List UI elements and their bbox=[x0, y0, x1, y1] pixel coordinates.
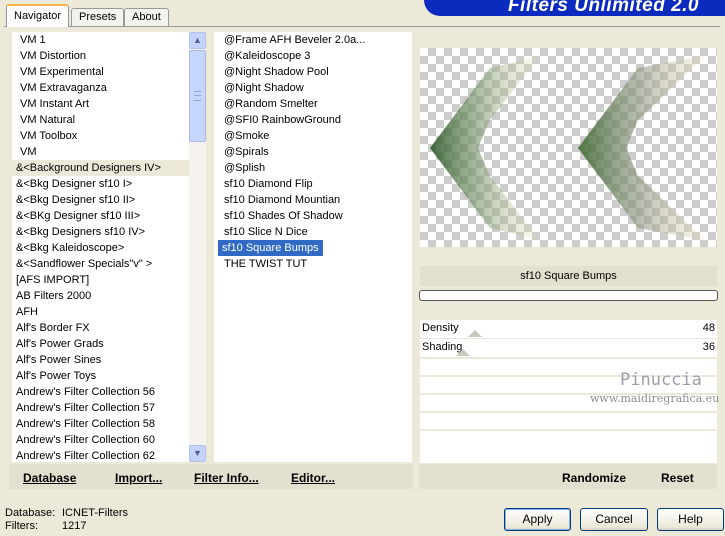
cancel-button[interactable]: Cancel bbox=[580, 508, 648, 531]
category-item[interactable]: Alf's Power Grads bbox=[12, 336, 189, 352]
watermark-name: Pinuccia bbox=[620, 370, 702, 390]
banner-title: Filters Unlimited 2.0 bbox=[507, 0, 699, 16]
category-item[interactable]: Alf's Power Toys bbox=[12, 368, 189, 384]
filter-item[interactable]: THE TWIST TUT bbox=[220, 256, 412, 272]
category-item[interactable]: Alf's Power Sines bbox=[12, 352, 189, 368]
tab-about[interactable]: About bbox=[124, 8, 169, 26]
category-item[interactable]: VM 1 bbox=[12, 32, 189, 48]
category-item[interactable]: VM Experimental bbox=[12, 64, 189, 80]
category-item[interactable]: Andrew's Filter Collection 60 bbox=[12, 432, 189, 448]
param-empty-row bbox=[420, 447, 717, 463]
right-link-bar: Randomize Reset bbox=[419, 464, 717, 489]
filter-item[interactable]: @SFI0 RainbowGround bbox=[220, 112, 412, 128]
category-item[interactable]: Andrew's Filter Collection 62 bbox=[12, 448, 189, 462]
category-list[interactable]: VM 1 VM Distortion VM Experimental VM Extra… bbox=[12, 32, 189, 462]
progress-bar bbox=[419, 290, 718, 301]
status-filters-label: Filters: bbox=[5, 520, 38, 532]
preview-canvas bbox=[420, 48, 717, 247]
filter-item[interactable]: sf10 Diamond Mountian bbox=[220, 192, 412, 208]
title-banner: Filters Unlimited 2.0 bbox=[424, 0, 725, 16]
category-item[interactable]: Andrew's Filter Collection 56 bbox=[12, 384, 189, 400]
status-db-label: Database: bbox=[5, 507, 56, 519]
category-item[interactable]: VM Natural bbox=[12, 112, 189, 128]
category-item[interactable]: &<BKg Designer sf10 III> bbox=[12, 208, 189, 224]
param-density-value: 48 bbox=[702, 322, 715, 334]
filter-item[interactable]: sf10 Diamond Flip bbox=[220, 176, 412, 192]
apply-button[interactable]: Apply bbox=[504, 508, 571, 531]
category-item[interactable]: VM Distortion bbox=[12, 48, 189, 64]
filter-item[interactable]: sf10 Shades Of Shadow bbox=[220, 208, 412, 224]
tab-presets[interactable]: Presets bbox=[71, 8, 125, 26]
chevron-down-icon[interactable]: ▼ bbox=[189, 445, 206, 462]
category-item[interactable]: &<Bkg Designer sf10 I> bbox=[12, 176, 189, 192]
filter-item[interactable]: @Random Smelter bbox=[220, 96, 412, 112]
category-item[interactable]: &<Bkg Designers sf10 IV> bbox=[12, 224, 189, 240]
slider-pointer-icon[interactable] bbox=[468, 330, 482, 337]
randomize-button[interactable]: Randomize bbox=[562, 471, 626, 485]
filter-item[interactable]: @Smoke bbox=[220, 128, 412, 144]
database-button[interactable]: Database bbox=[23, 471, 76, 485]
filter-item[interactable]: @Frame AFH Beveler 2.0a... bbox=[220, 32, 412, 48]
preview-image bbox=[430, 56, 705, 240]
param-empty-row bbox=[420, 413, 717, 429]
category-item[interactable]: Andrew's Filter Collection 58 bbox=[12, 416, 189, 432]
tab-divider bbox=[4, 26, 720, 27]
tab-navigator[interactable]: Navigator bbox=[6, 4, 70, 27]
filter-item[interactable]: @Night Shadow Pool bbox=[220, 64, 412, 80]
scrollbar-thumb[interactable] bbox=[189, 50, 206, 142]
category-item[interactable]: [AFS IMPORT] bbox=[12, 272, 189, 288]
status-filters-value: 1217 bbox=[62, 520, 87, 532]
filter-list[interactable]: @Frame AFH Beveler 2.0a... @Kaleidoscope … bbox=[214, 32, 412, 462]
category-item[interactable]: VM Extravaganza bbox=[12, 80, 189, 96]
reset-button[interactable]: Reset bbox=[661, 471, 694, 485]
category-item[interactable]: VM bbox=[12, 144, 189, 160]
category-item[interactable]: VM Toolbox bbox=[12, 128, 189, 144]
param-empty-row bbox=[420, 431, 717, 447]
category-item[interactable]: Andrew's Filter Collection 57 bbox=[12, 400, 189, 416]
filter-item[interactable]: @Splish bbox=[220, 160, 412, 176]
watermark-url: www.maidiregrafica.eu bbox=[590, 392, 720, 405]
category-item[interactable]: &<Sandflower Specials"v" > bbox=[12, 256, 189, 272]
filter-item[interactable]: @Spirals bbox=[220, 144, 412, 160]
import-button[interactable]: Import... bbox=[115, 471, 162, 485]
param-shading[interactable]: Shading 36 bbox=[420, 339, 717, 358]
preview-filter-name: sf10 Square Bumps bbox=[420, 266, 717, 286]
category-item[interactable]: AFH bbox=[12, 304, 189, 320]
category-item[interactable]: VM Instant Art bbox=[12, 96, 189, 112]
filter-item[interactable]: @Kaleidoscope 3 bbox=[220, 48, 412, 64]
param-density-label: Density bbox=[422, 322, 459, 334]
editor-button[interactable]: Editor... bbox=[291, 471, 335, 485]
category-item[interactable]: &<Background Designers IV> bbox=[12, 160, 189, 176]
category-item[interactable]: &<Bkg Kaleidoscope> bbox=[12, 240, 189, 256]
category-item[interactable]: &<Bkg Designer sf10 II> bbox=[12, 192, 189, 208]
help-button[interactable]: Help bbox=[657, 508, 724, 531]
category-scrollbar[interactable]: ▲ ▼ bbox=[189, 32, 206, 462]
category-item[interactable]: Alf's Border FX bbox=[12, 320, 189, 336]
category-item[interactable]: AB Filters 2000 bbox=[12, 288, 189, 304]
filter-info-button[interactable]: Filter Info... bbox=[194, 471, 259, 485]
param-shading-value: 36 bbox=[702, 341, 715, 353]
status-db-value: ICNET-Filters bbox=[62, 507, 128, 519]
filter-item[interactable]: @Night Shadow bbox=[220, 80, 412, 96]
filter-item[interactable]: sf10 Slice N Dice bbox=[220, 224, 412, 240]
filter-item[interactable]: sf10 Square Bumps bbox=[218, 240, 323, 256]
slider-pointer-icon[interactable] bbox=[456, 349, 470, 356]
chevron-up-icon[interactable]: ▲ bbox=[189, 32, 206, 49]
left-link-bar: Database Import... Filter Info... Editor… bbox=[9, 464, 413, 489]
param-density[interactable]: Density 48 bbox=[420, 320, 717, 339]
